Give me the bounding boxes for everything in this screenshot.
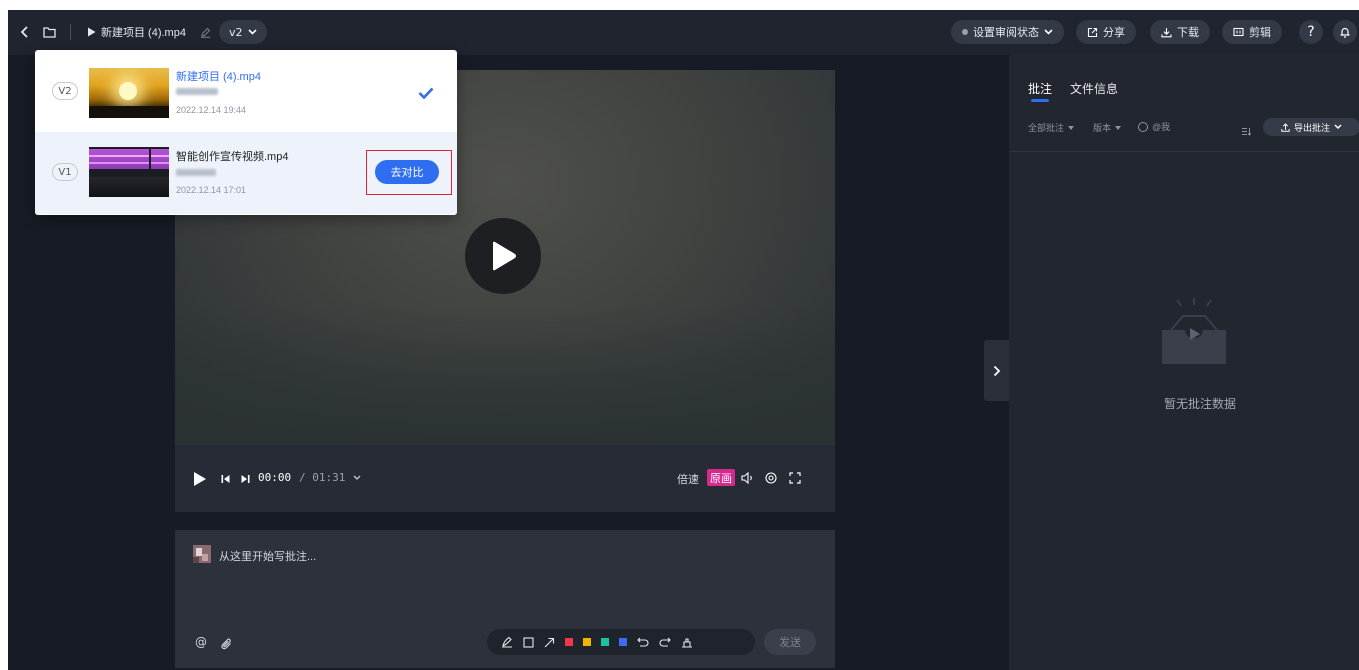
version-dropdown: V2 新建项目 (4).mp4 2022.12.14 19:44 V1 智能创作 xyxy=(35,50,457,215)
tab-file-info[interactable]: 文件信息 xyxy=(1070,80,1118,97)
video-play-icon xyxy=(85,25,97,39)
bell-icon[interactable] xyxy=(1333,20,1357,44)
pencil-icon[interactable] xyxy=(198,24,212,40)
arrow-icon[interactable] xyxy=(544,637,555,648)
play-large-button[interactable] xyxy=(465,218,541,294)
share-button[interactable]: 分享 xyxy=(1076,20,1136,44)
settings-icon[interactable] xyxy=(765,472,777,484)
check-icon xyxy=(418,84,434,103)
color-swatch-yellow[interactable] xyxy=(583,638,591,646)
avatar xyxy=(193,545,211,563)
app-window: 新建项目 (4).mp4 v2 设置审阅状态 分享 下载 剪辑 ? 00:00 … xyxy=(8,10,1359,670)
clip-icon xyxy=(1233,27,1244,37)
share-icon xyxy=(1087,27,1098,37)
caret-down-icon xyxy=(1068,125,1075,130)
comments-panel: 批注 文件信息 全部批注 版本 @我 导出批注 暂无批注数据 xyxy=(1009,55,1359,670)
filter-version[interactable]: 版本 xyxy=(1093,121,1122,134)
upload-icon xyxy=(1281,122,1290,132)
filter-all-label: 全部批注 xyxy=(1028,123,1065,133)
active-tab-indicator xyxy=(1031,99,1049,102)
filter-mention-label: @我 xyxy=(1152,122,1171,132)
chevron-down-icon xyxy=(1334,124,1342,130)
attachment-icon[interactable] xyxy=(221,636,233,655)
version-filename: 智能创作宣传视频.mp4 xyxy=(176,151,289,163)
panel-toggle-button[interactable] xyxy=(984,340,1009,401)
caret-down-icon xyxy=(1115,125,1122,130)
download-icon xyxy=(1161,27,1172,37)
empty-inbox-icon xyxy=(1155,298,1233,370)
folder-icon[interactable] xyxy=(40,23,58,41)
version-filename: 新建项目 (4).mp4 xyxy=(176,71,261,83)
player-controls: 00:00 / 01:31 倍速 原画 xyxy=(175,445,835,512)
version-thumbnail xyxy=(89,147,169,197)
status-dot-icon xyxy=(962,29,968,35)
edit-button[interactable]: 剪辑 xyxy=(1222,20,1282,44)
color-swatch-green[interactable] xyxy=(601,638,609,646)
play-icon xyxy=(493,241,516,271)
undo-icon[interactable] xyxy=(637,637,649,648)
download-button[interactable]: 下载 xyxy=(1150,20,1210,44)
filter-all-comments[interactable]: 全部批注 xyxy=(1028,121,1075,134)
filter-mention[interactable]: @我 xyxy=(1138,120,1170,133)
divider xyxy=(70,24,71,40)
top-bar: 新建项目 (4).mp4 v2 设置审阅状态 分享 下载 剪辑 ? xyxy=(8,10,1359,55)
send-button[interactable]: 发送 xyxy=(764,629,816,655)
speed-button[interactable]: 倍速 xyxy=(677,471,699,487)
mention-icon[interactable]: @ xyxy=(195,635,207,649)
tab-comments[interactable]: 批注 xyxy=(1028,80,1052,97)
project-title: 新建项目 (4).mp4 xyxy=(101,27,186,39)
chevron-down-icon xyxy=(1044,29,1053,35)
clear-icon[interactable] xyxy=(681,637,693,648)
empty-state-text: 暂无批注数据 xyxy=(1163,397,1236,411)
review-status-label: 设置审阅状态 xyxy=(973,26,1039,39)
version-tag: V2 xyxy=(52,82,78,100)
skip-back-icon[interactable] xyxy=(221,474,230,484)
review-status-button[interactable]: 设置审阅状态 xyxy=(951,20,1064,44)
version-author-redacted xyxy=(176,88,218,95)
version-author-redacted xyxy=(176,169,216,176)
comment-input-placeholder[interactable]: 从这里开始写批注... xyxy=(219,548,316,564)
redo-icon[interactable] xyxy=(659,637,671,648)
version-item-v2[interactable]: V2 新建项目 (4).mp4 2022.12.14 19:44 xyxy=(35,50,457,132)
total-time: / 01:31 xyxy=(299,471,346,484)
skip-forward-icon[interactable] xyxy=(241,474,250,484)
compare-button[interactable]: 去对比 xyxy=(375,160,439,184)
version-tag: V1 xyxy=(52,163,78,181)
pen-icon[interactable] xyxy=(501,636,513,648)
filter-version-label: 版本 xyxy=(1093,123,1112,133)
sort-icon[interactable] xyxy=(1241,121,1252,140)
video-gradient xyxy=(175,305,835,445)
chevron-down-icon xyxy=(247,29,257,35)
volume-icon[interactable] xyxy=(741,472,754,484)
version-thumbnail xyxy=(89,68,169,118)
help-button[interactable]: ? xyxy=(1299,20,1323,44)
rectangle-icon[interactable] xyxy=(523,636,534,648)
download-label: 下载 xyxy=(1177,26,1199,39)
quality-button[interactable]: 原画 xyxy=(707,469,735,486)
play-icon[interactable] xyxy=(193,471,207,487)
edit-label: 剪辑 xyxy=(1249,26,1271,39)
version-select[interactable]: v2 xyxy=(219,20,267,44)
comments-panel-header: 批注 文件信息 全部批注 版本 @我 导出批注 xyxy=(1009,55,1359,152)
export-comments-button[interactable]: 导出批注 xyxy=(1263,118,1359,136)
chevron-down-icon[interactable] xyxy=(353,475,361,481)
version-select-label: v2 xyxy=(229,25,243,39)
share-label: 分享 xyxy=(1103,26,1125,39)
fullscreen-icon[interactable] xyxy=(789,472,801,484)
version-date: 2022.12.14 17:01 xyxy=(176,185,247,195)
version-item-v1[interactable]: V1 智能创作宣传视频.mp4 2022.12.14 17:01 去对比 xyxy=(35,132,457,214)
chevron-right-icon xyxy=(993,365,1000,376)
current-time: 00:00 xyxy=(258,471,292,484)
color-swatch-blue[interactable] xyxy=(619,638,627,646)
comment-editor[interactable]: 从这里开始写批注... @ 发送 xyxy=(175,530,835,668)
back-icon[interactable] xyxy=(16,23,34,41)
radio-icon xyxy=(1138,121,1148,132)
color-swatch-red[interactable] xyxy=(565,638,573,646)
drawing-toolbar xyxy=(487,629,755,655)
version-date: 2022.12.14 19:44 xyxy=(176,105,247,115)
export-label: 导出批注 xyxy=(1293,122,1330,133)
